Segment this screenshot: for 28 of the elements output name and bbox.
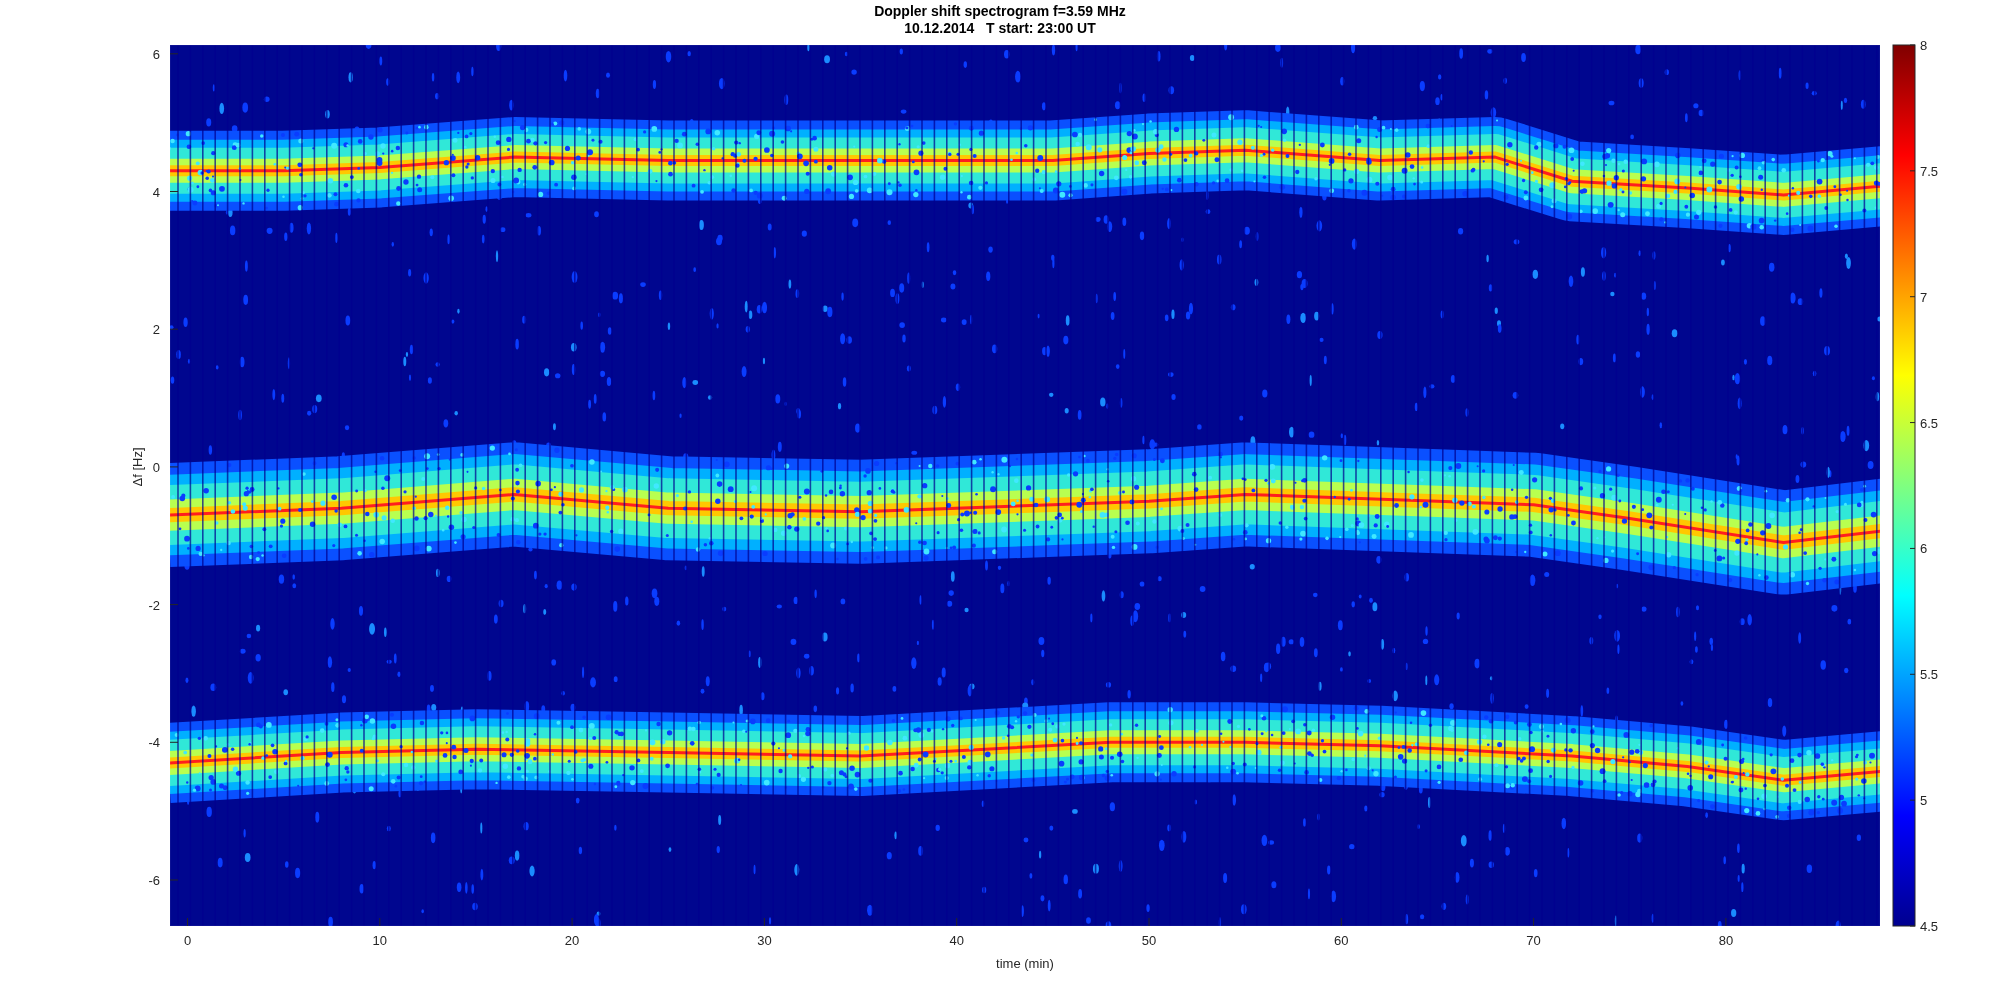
colorbar-tick-label: 6 [1920, 541, 1928, 557]
y-tick-label: -6 [148, 873, 160, 888]
colorbar-tick-label: 4.5 [1920, 919, 1939, 934]
colorbar-tick-label: 7.5 [1920, 163, 1939, 179]
y-axis-label: Δf [Hz] [130, 447, 145, 487]
colorbar-tick-label: 5.5 [1920, 667, 1939, 683]
colorbar-tick-label: 7 [1920, 289, 1928, 305]
x-tick-label: 50 [1141, 933, 1157, 948]
y-tick-label: 2 [152, 322, 160, 338]
x-tick-label: 70 [1526, 933, 1541, 948]
x-axis-label: time (min) [996, 956, 1054, 971]
x-tick-label: 80 [1718, 933, 1734, 948]
y-tick-label: 0 [152, 459, 160, 475]
x-tick-label: 20 [564, 933, 580, 948]
x-tick-label: 0 [183, 933, 192, 948]
y-tick-label: 6 [152, 46, 160, 62]
y-tick-label: -2 [148, 597, 160, 613]
x-tick-label: 60 [1334, 933, 1349, 948]
chart-subtitle: 10.12.2014 T start: 23:00 UT [904, 20, 1096, 36]
x-tick-label: 40 [949, 933, 964, 948]
colorbar-tick-label: 8 [1920, 38, 1928, 53]
y-tick-label: -4 [148, 735, 160, 751]
colorbar-tick-label: 5 [1920, 793, 1928, 809]
x-tick-label: 30 [757, 933, 772, 948]
y-tick-label: 4 [152, 184, 160, 200]
x-tick-label: 10 [372, 933, 388, 948]
chart-title: Doppler shift spectrogram f=3.59 MHz [874, 3, 1126, 19]
colorbar-tick-label: 6.5 [1920, 415, 1939, 431]
